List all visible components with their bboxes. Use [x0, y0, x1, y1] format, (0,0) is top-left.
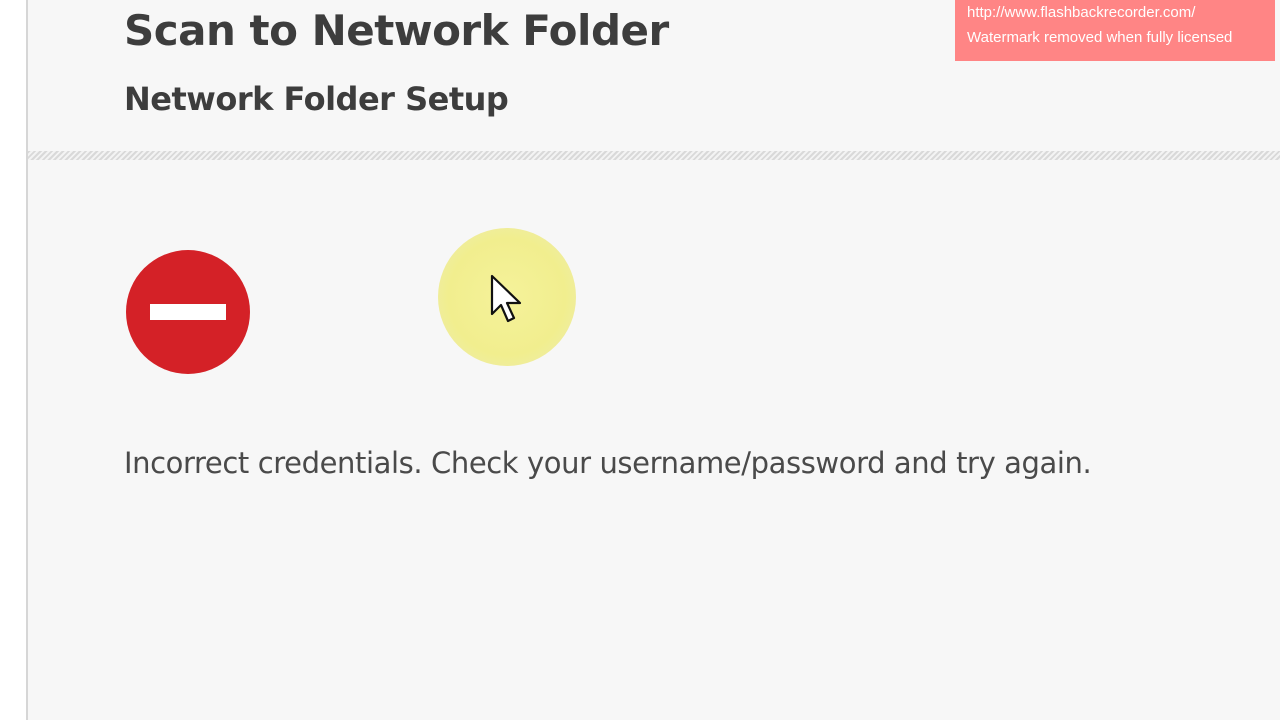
- recorder-watermark: http://www.flashbackrecorder.com/ Waterm…: [955, 0, 1275, 61]
- header-divider: [28, 151, 1280, 160]
- error-message: Incorrect credentials. Check your userna…: [124, 446, 1092, 480]
- mouse-pointer-icon: [490, 274, 522, 323]
- page-title: Scan to Network Folder: [124, 6, 669, 55]
- left-panel-edge: [0, 0, 28, 720]
- page-subtitle: Network Folder Setup: [124, 80, 509, 118]
- no-entry-icon: [126, 250, 250, 374]
- watermark-url: http://www.flashbackrecorder.com/: [967, 4, 1196, 21]
- watermark-notice: Watermark removed when fully licensed: [967, 29, 1233, 46]
